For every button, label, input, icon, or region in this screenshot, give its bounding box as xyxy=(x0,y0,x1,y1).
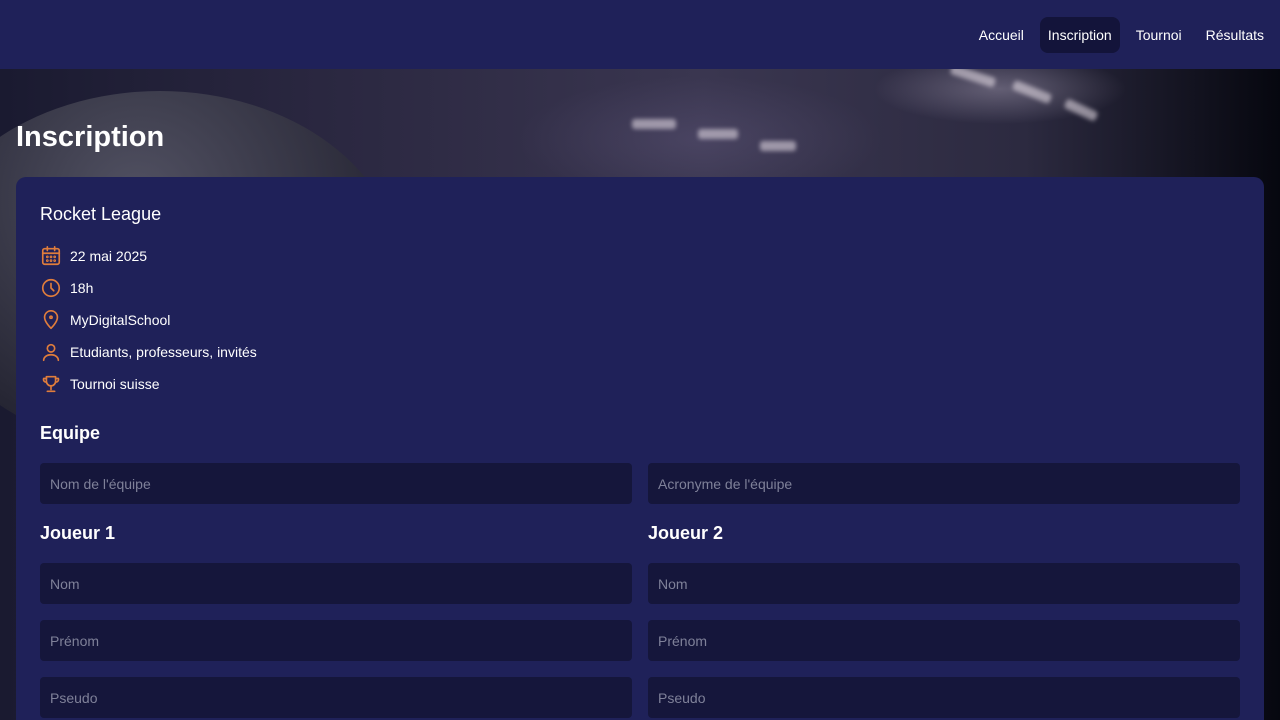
player2-pseudo-input[interactable] xyxy=(648,677,1240,718)
player2-section-title: Joueur 2 xyxy=(648,523,724,543)
hero-light xyxy=(949,69,997,88)
page-title: Inscription xyxy=(16,121,165,153)
team-name-input[interactable] xyxy=(40,463,632,504)
user-icon xyxy=(40,341,62,363)
event-location: MyDigitalSchool xyxy=(70,312,171,328)
hero-light xyxy=(632,119,676,129)
team-section-title: Equipe xyxy=(40,423,101,443)
player1-nom-input[interactable] xyxy=(40,563,632,604)
nav-resultats[interactable]: Résultats xyxy=(1198,17,1272,53)
trophy-icon xyxy=(40,373,62,395)
calendar-icon xyxy=(40,245,62,267)
nav-accueil[interactable]: Accueil xyxy=(971,17,1032,53)
event-date: 22 mai 2025 xyxy=(70,248,148,264)
team-acronym-input[interactable] xyxy=(648,463,1240,504)
hero-light xyxy=(760,141,796,151)
event-audience-row: Etudiants, professeurs, invités xyxy=(40,340,257,364)
event-format: Tournoi suisse xyxy=(70,376,160,392)
event-name: Rocket League xyxy=(40,204,162,224)
nav-inscription[interactable]: Inscription xyxy=(1039,16,1120,53)
player1-prenom-input[interactable] xyxy=(40,620,632,661)
event-format-row: Tournoi suisse xyxy=(40,372,160,396)
clock-icon xyxy=(40,277,62,299)
nav-tournoi[interactable]: Tournoi xyxy=(1128,17,1190,53)
event-audience: Etudiants, professeurs, invités xyxy=(70,344,257,360)
player2-nom-input[interactable] xyxy=(648,563,1240,604)
player2-prenom-input[interactable] xyxy=(648,620,1240,661)
player1-pseudo-input[interactable] xyxy=(40,677,632,718)
player1-section-title: Joueur 1 xyxy=(40,523,116,543)
hero-light xyxy=(698,129,738,139)
event-time-row: 18h xyxy=(40,276,93,300)
registration-card: Rocket League 22 mai 2025 18h MyDigitalS… xyxy=(16,177,1264,720)
hero-light xyxy=(1063,98,1099,122)
hero-light xyxy=(1011,79,1053,105)
top-navbar: Accueil Inscription Tournoi Résultats xyxy=(0,0,1280,69)
event-date-row: 22 mai 2025 xyxy=(40,244,147,268)
event-time: 18h xyxy=(70,280,94,296)
location-pin-icon xyxy=(40,309,62,331)
event-location-row: MyDigitalSchool xyxy=(40,308,170,332)
